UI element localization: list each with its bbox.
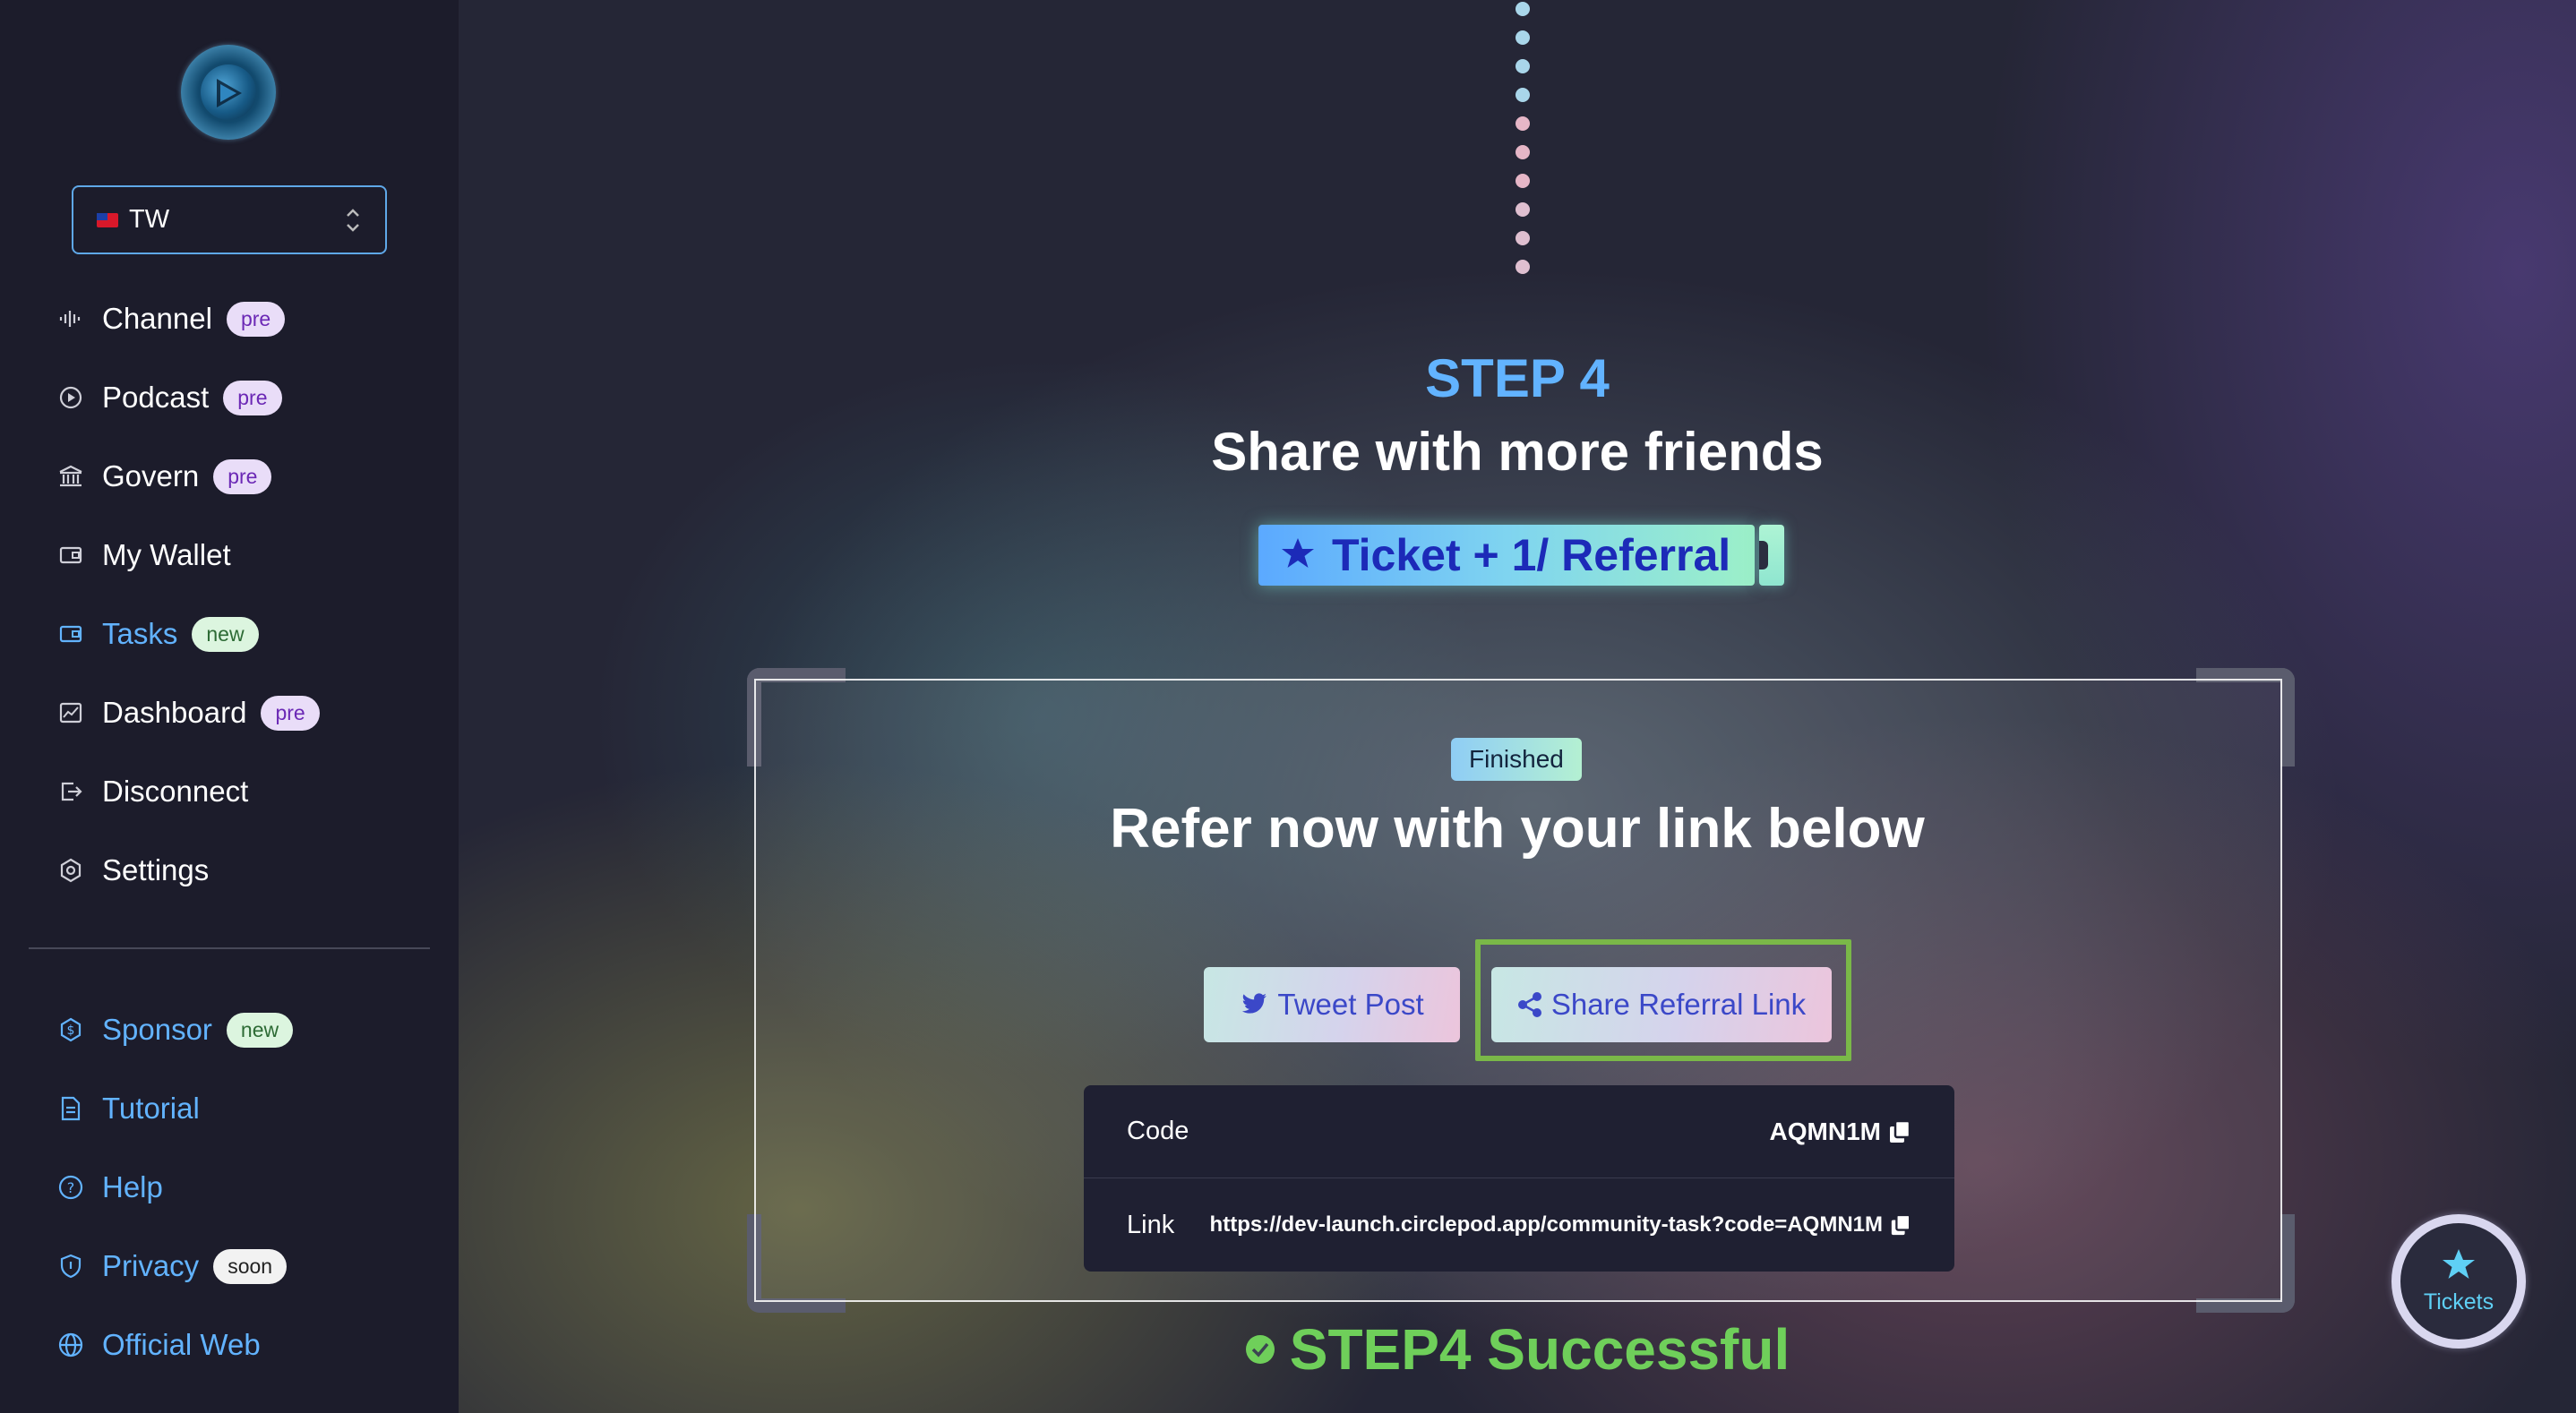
status-badge: Finished — [1451, 738, 1582, 781]
pre-badge: pre — [213, 458, 272, 494]
app-logo[interactable] — [181, 45, 276, 140]
ticket-reward-badge: Ticket + 1/ Referral — [1258, 525, 1755, 586]
referral-link: https://dev-launch.circlepod.app/communi… — [1209, 1212, 1883, 1237]
sidebar-item-my-wallet[interactable]: My Wallet — [57, 532, 231, 578]
region-select[interactable]: TW — [72, 185, 387, 254]
tweet-post-label: Tweet Post — [1277, 988, 1424, 1021]
sidebar-item-channel[interactable]: Channel pre — [57, 295, 286, 342]
wallet-icon — [57, 542, 84, 569]
sidebar-item-label: Privacy — [102, 1249, 200, 1282]
tickets-label: Tickets — [2423, 1289, 2494, 1315]
question-circle-icon: ? — [57, 1174, 84, 1201]
sidebar-item-label: Podcast — [102, 381, 210, 414]
bank-icon — [57, 463, 84, 490]
ticket-stub — [1759, 525, 1784, 586]
sidebar-item-label: My Wallet — [102, 538, 231, 571]
sidebar-item-label: Help — [102, 1170, 163, 1203]
gear-icon — [57, 857, 84, 884]
share-referral-link-button[interactable]: Share Referral Link — [1491, 967, 1832, 1042]
check-circle-icon — [1245, 1334, 1275, 1365]
sidebar-item-podcast[interactable]: Podcast pre — [57, 374, 282, 421]
star-icon — [2441, 1247, 2477, 1286]
new-badge: new — [192, 616, 259, 652]
sidebar-item-sponsor[interactable]: $ Sponsor new — [57, 1006, 294, 1053]
step-connector-dots — [1514, 0, 1532, 278]
link-row: Link https://dev-launch.circlepod.app/co… — [1127, 1178, 1911, 1272]
share-icon — [1517, 991, 1542, 1018]
star-icon — [1280, 529, 1316, 581]
tickets-button[interactable]: Tickets — [2391, 1214, 2526, 1349]
sidebar-item-label: Channel — [102, 302, 212, 335]
dollar-circle-icon: $ — [57, 1016, 84, 1043]
chevron-updown-icon — [344, 205, 362, 243]
success-text: STEP4 Successful — [1289, 1317, 1790, 1382]
sidebar: TW Channel pre Podcast pre Govern pre My… — [0, 0, 459, 1413]
main-content: STEP 4 Share with more friends Ticket + … — [459, 0, 2576, 1413]
sidebar-item-dashboard[interactable]: Dashboard pre — [57, 689, 320, 736]
taiwan-flag-icon — [97, 212, 118, 227]
new-badge: new — [226, 1012, 294, 1048]
sidebar-item-label: Tutorial — [102, 1092, 200, 1125]
sidebar-item-label: Tasks — [102, 617, 178, 650]
region-value: TW — [129, 205, 170, 234]
logout-icon — [57, 778, 84, 805]
code-row: Code AQMN1M — [1084, 1085, 1954, 1178]
sidebar-item-tutorial[interactable]: Tutorial — [57, 1085, 200, 1132]
sidebar-item-label: Disconnect — [102, 775, 249, 808]
sidebar-item-label: Govern — [102, 459, 200, 492]
step-success-message: STEP4 Successful — [459, 1316, 2576, 1383]
pre-badge: pre — [223, 380, 282, 415]
sidebar-item-tasks[interactable]: Tasks new — [57, 611, 259, 657]
link-value[interactable]: https://dev-launch.circlepod.app/communi… — [1210, 1212, 1911, 1237]
step-label: STEP 4 — [1425, 348, 1610, 408]
sidebar-item-label: Settings — [102, 853, 210, 886]
twitter-bird-icon — [1240, 992, 1268, 1017]
play-circle-icon — [57, 384, 84, 411]
code-label: Code — [1127, 1117, 1189, 1145]
copy-icon[interactable] — [1888, 1119, 1911, 1144]
sidebar-item-privacy[interactable]: Privacy soon — [57, 1243, 288, 1289]
card-title: Refer now with your link below — [1110, 798, 1925, 860]
sidebar-item-govern[interactable]: Govern pre — [57, 453, 272, 500]
tweet-post-button[interactable]: Tweet Post — [1204, 967, 1460, 1042]
audio-wave-icon — [57, 305, 84, 332]
referral-code-box: Code AQMN1M Link https://dev-launch.circ… — [1084, 1085, 1954, 1272]
sidebar-item-official-web[interactable]: Official Web — [57, 1322, 261, 1368]
step-title: Share with more friends — [1211, 422, 1824, 482]
svg-text:?: ? — [67, 1179, 75, 1196]
pre-badge: pre — [226, 301, 286, 337]
pre-badge: pre — [261, 695, 320, 731]
copy-icon[interactable] — [1890, 1213, 1911, 1237]
sidebar-divider — [29, 947, 430, 949]
sidebar-item-settings[interactable]: Settings — [57, 847, 209, 894]
globe-icon — [57, 1332, 84, 1358]
svg-text:$: $ — [67, 1023, 75, 1038]
referral-code: AQMN1M — [1769, 1117, 1881, 1145]
document-icon — [57, 1095, 84, 1122]
sidebar-item-label: Official Web — [102, 1328, 261, 1361]
link-label: Link — [1127, 1210, 1175, 1239]
ticket-reward-label: Ticket + 1/ Referral — [1332, 530, 1731, 580]
sidebar-item-label: Dashboard — [102, 696, 247, 729]
share-referral-link-label: Share Referral Link — [1550, 988, 1807, 1021]
soon-badge: soon — [213, 1248, 288, 1284]
chart-icon — [57, 699, 84, 726]
wallet-icon — [57, 621, 84, 647]
sidebar-item-label: Sponsor — [102, 1013, 212, 1046]
shield-icon — [57, 1253, 84, 1280]
sidebar-item-help[interactable]: ? Help — [57, 1164, 163, 1211]
code-value[interactable]: AQMN1M — [1770, 1118, 1911, 1146]
sidebar-item-disconnect[interactable]: Disconnect — [57, 768, 248, 815]
